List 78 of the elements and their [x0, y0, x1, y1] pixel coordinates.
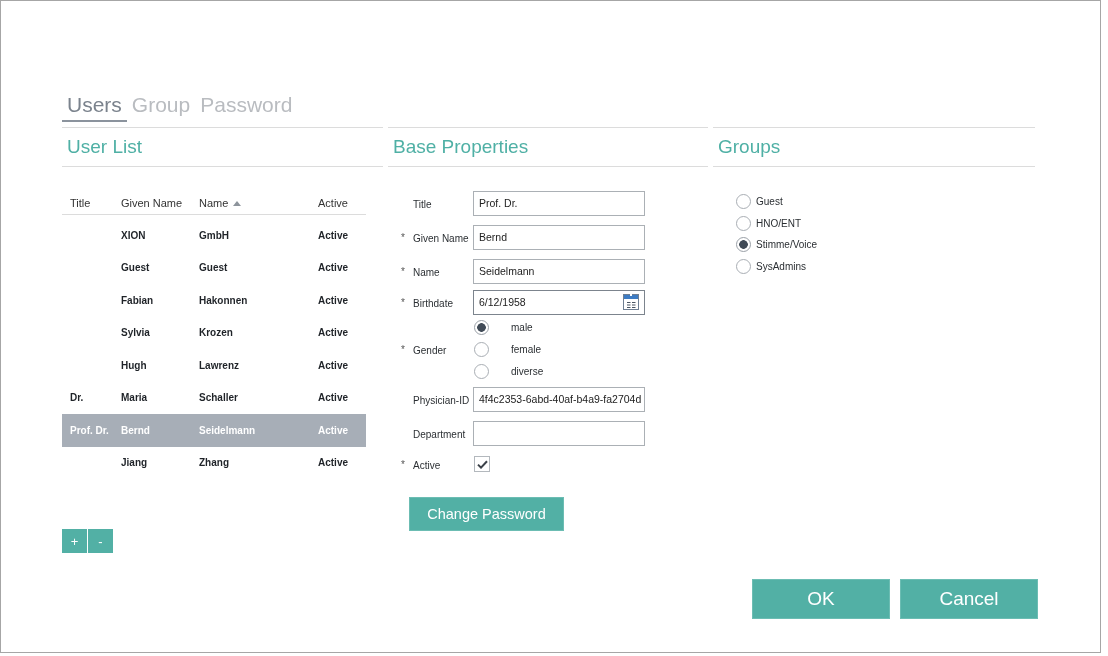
table-cell-text: Maria — [120, 391, 149, 406]
section-heading: Base Properties — [393, 135, 529, 159]
text-field[interactable]: Seidelmann — [473, 258, 645, 284]
column-header[interactable]: Title — [62, 192, 118, 214]
option-label: Guest — [756, 196, 783, 208]
radio-button[interactable] — [736, 215, 751, 231]
table-cell-text: Lawrenz — [198, 358, 240, 373]
table-cell-text: Active — [317, 228, 349, 243]
radio-button[interactable] — [474, 341, 489, 357]
table-row[interactable]: Sylvia Krozen Active — [62, 316, 366, 349]
text-field[interactable]: 4f4c2353-6abd-40af-b4a9-fa2704d — [473, 386, 645, 412]
checkbox[interactable] — [474, 456, 490, 472]
sort-arrow-icon — [233, 200, 242, 206]
table-cell-text: Bernd — [120, 423, 151, 438]
text-field[interactable]: Bernd — [473, 224, 645, 250]
table-row[interactable]: Hugh Lawrenz Active — [62, 349, 366, 382]
table-cell-text: GmbH — [198, 228, 230, 243]
table-cell-text: Seidelmann — [198, 423, 257, 438]
required-marker: * — [401, 296, 405, 308]
table-cell-text: Hakonnen — [198, 293, 249, 308]
required-marker: * — [401, 343, 405, 355]
table-cell-text: Krozen — [198, 326, 234, 341]
date-field[interactable]: 6/12/1958 — [473, 289, 645, 315]
field-label: Title — [413, 199, 432, 210]
table-cell-text: Fabian — [120, 293, 155, 308]
field-label: Name — [413, 267, 440, 278]
table-cell-text: Active — [317, 261, 349, 276]
field-label: Gender — [413, 345, 447, 356]
table-cell-text: Active — [317, 423, 349, 438]
calendar-icon[interactable] — [623, 293, 639, 310]
option-label: HNO/ENT — [756, 217, 801, 229]
table-row[interactable]: Jiang Zhang Active — [62, 446, 366, 479]
table-cell-text: Zhang — [198, 456, 230, 471]
table-row[interactable]: Dr. Maria Schaller Active — [62, 381, 366, 414]
radio-button[interactable] — [736, 237, 751, 253]
section-heading: User List — [67, 135, 142, 159]
tab[interactable]: Users — [62, 90, 127, 122]
option-label: female — [511, 343, 541, 355]
column-header[interactable]: Given Name — [118, 192, 192, 214]
field-label: Birthdate — [413, 298, 454, 309]
table-cell-text: Hugh — [120, 358, 148, 373]
table-cell-text: Active — [317, 391, 349, 406]
option-label: SysAdmins — [756, 260, 806, 272]
text-field[interactable]: Prof. Dr. — [473, 190, 645, 216]
field-label: Department — [413, 429, 466, 440]
section-heading: Groups — [718, 135, 781, 159]
required-marker: * — [401, 231, 405, 243]
radio-button[interactable] — [736, 258, 751, 274]
table-cell-text: Active — [317, 293, 349, 308]
table-cell-text: Active — [317, 358, 349, 373]
option-label: male — [511, 321, 533, 333]
field-label: Given Name — [413, 233, 469, 244]
table-row[interactable]: Fabian Hakonnen Active — [62, 284, 366, 317]
radio-button[interactable] — [474, 363, 489, 379]
table-cell-text: Guest — [120, 261, 151, 276]
table-cell-text: XION — [120, 228, 147, 243]
radio-button[interactable] — [736, 194, 751, 210]
checkmark-icon — [476, 459, 488, 469]
field-label: Physician-ID — [413, 395, 470, 406]
table-cell-text: Dr. — [69, 391, 85, 406]
table-row[interactable]: XION GmbH Active — [62, 219, 366, 252]
required-marker: * — [401, 265, 405, 277]
option-label: diverse — [511, 365, 544, 377]
column-header[interactable]: Active — [311, 192, 366, 214]
required-marker: * — [401, 458, 405, 470]
table-cell-text: Prof. Dr. — [69, 423, 110, 438]
radio-button[interactable] — [474, 319, 489, 335]
table-cell-text: Schaller — [198, 391, 239, 406]
column-header[interactable]: Name — [192, 192, 311, 214]
field-label: Active — [413, 460, 441, 471]
text-field[interactable] — [473, 420, 645, 446]
table-row[interactable]: Guest Guest Active — [62, 251, 366, 284]
table-cell-text: Guest — [198, 261, 229, 276]
table-cell-text: Active — [317, 456, 349, 471]
table-cell-text: Jiang — [120, 456, 149, 471]
table-cell-text: Active — [317, 326, 349, 341]
option-label: Stimme/Voice — [756, 239, 818, 251]
table-cell-text: Sylvia — [120, 326, 151, 341]
